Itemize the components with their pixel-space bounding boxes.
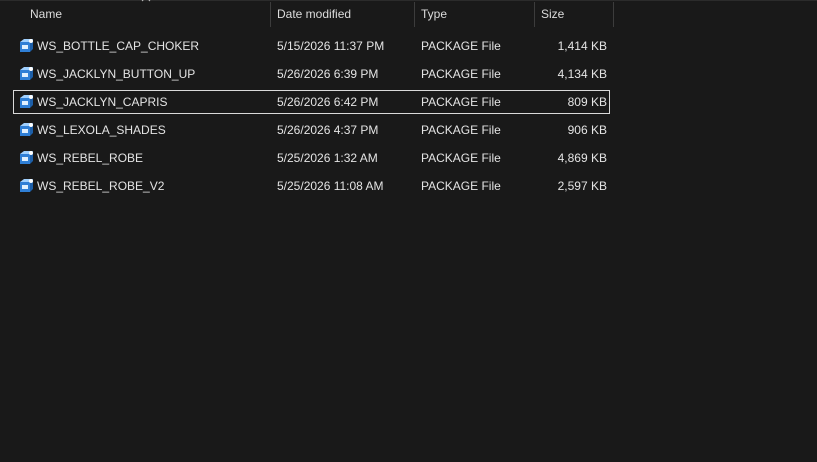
package-file-icon xyxy=(20,67,33,80)
file-row[interactable]: WS_BOTTLE_CAP_CHOKER 5/15/2026 11:37 PM … xyxy=(13,34,610,58)
package-file-icon xyxy=(20,39,33,52)
column-header-row: Name Date modified Type Size xyxy=(0,0,817,27)
column-header-name[interactable]: Name xyxy=(0,0,270,27)
file-date-modified: 5/25/2026 11:08 AM xyxy=(277,179,384,193)
file-size: 4,134 KB xyxy=(557,67,607,81)
sort-ascending-icon xyxy=(141,0,151,2)
file-row[interactable]: WS_LEXOLA_SHADES 5/26/2026 4:37 PM PACKA… xyxy=(13,118,610,142)
file-type: PACKAGE File xyxy=(421,95,501,109)
column-header-size-label: Size xyxy=(541,7,565,21)
file-type: PACKAGE File xyxy=(421,123,501,137)
column-header-type[interactable]: Type xyxy=(415,1,534,27)
file-row[interactable]: WS_REBEL_ROBE 5/25/2026 1:32 AM PACKAGE … xyxy=(13,146,610,170)
package-file-icon xyxy=(20,95,33,108)
file-row[interactable]: WS_REBEL_ROBE_V2 5/25/2026 11:08 AM PACK… xyxy=(13,174,610,198)
file-size: 4,869 KB xyxy=(557,151,607,165)
file-date-modified: 5/26/2026 6:42 PM xyxy=(277,95,379,109)
file-row[interactable]: WS_JACKLYN_BUTTON_UP 5/26/2026 6:39 PM P… xyxy=(13,62,610,86)
file-date-modified: 5/26/2026 4:37 PM xyxy=(277,123,379,137)
file-size: 906 KB xyxy=(567,123,607,137)
file-name: WS_JACKLYN_BUTTON_UP xyxy=(37,67,196,81)
column-header-type-label: Type xyxy=(421,7,448,21)
file-size: 809 KB xyxy=(567,95,607,109)
file-name: WS_JACKLYN_CAPRIS xyxy=(37,95,168,109)
file-name: WS_LEXOLA_SHADES xyxy=(37,123,166,137)
column-header-date-label: Date modified xyxy=(277,7,352,21)
file-type: PACKAGE File xyxy=(421,151,501,165)
column-header-name-label: Name xyxy=(30,7,63,21)
file-name: WS_REBEL_ROBE_V2 xyxy=(37,179,165,193)
file-name: WS_BOTTLE_CAP_CHOKER xyxy=(37,39,200,53)
package-file-icon xyxy=(20,123,33,136)
file-size: 2,597 KB xyxy=(557,179,607,193)
file-type: PACKAGE File xyxy=(421,39,501,53)
file-name: WS_REBEL_ROBE xyxy=(37,151,144,165)
file-type: PACKAGE File xyxy=(421,179,501,193)
column-divider[interactable] xyxy=(613,2,614,27)
package-file-icon xyxy=(20,151,33,164)
file-explorer-view: Name Date modified Type Size WS_BOTTLE_C… xyxy=(0,0,817,462)
file-row-focused[interactable]: WS_JACKLYN_CAPRIS 5/26/2026 6:42 PM PACK… xyxy=(13,90,610,114)
column-header-size[interactable]: Size xyxy=(535,1,613,27)
package-file-icon xyxy=(20,179,33,192)
file-date-modified: 5/26/2026 6:39 PM xyxy=(277,67,379,81)
file-size: 1,414 KB xyxy=(557,39,607,53)
file-type: PACKAGE File xyxy=(421,67,501,81)
column-header-date[interactable]: Date modified xyxy=(271,1,414,27)
file-date-modified: 5/25/2026 1:32 AM xyxy=(277,151,378,165)
file-date-modified: 5/15/2026 11:37 PM xyxy=(277,39,385,53)
